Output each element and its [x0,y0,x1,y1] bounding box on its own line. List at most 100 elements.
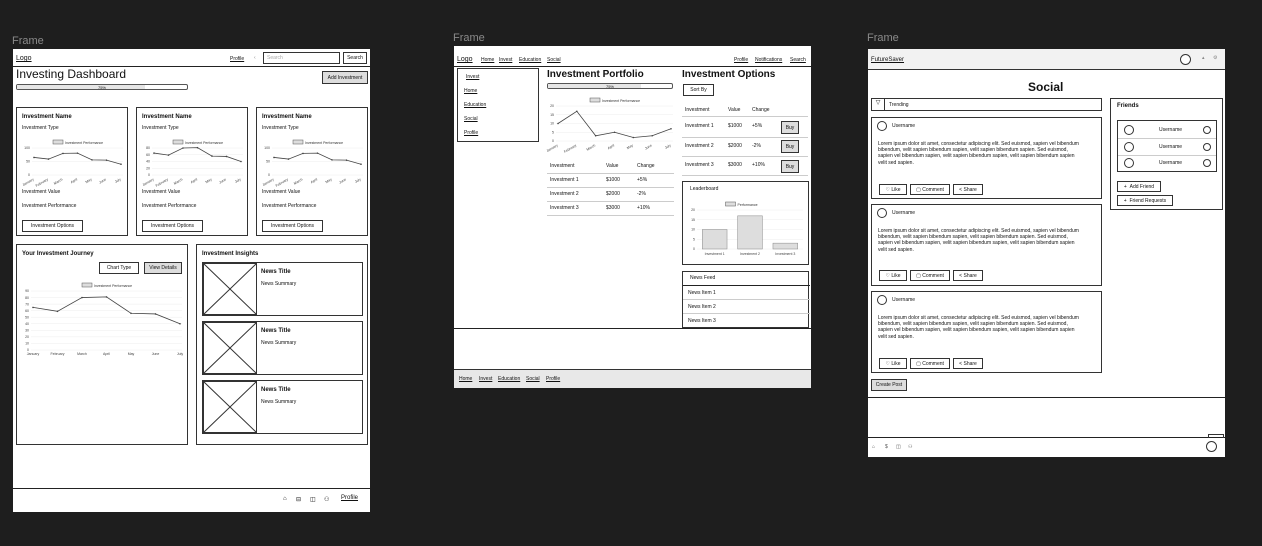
like-button[interactable]: ♡ Like [879,358,907,369]
users-icon[interactable]: ⚇ [908,444,912,450]
data-point [632,136,635,139]
footer-nav-social[interactable]: Social [526,376,540,382]
post-username[interactable]: Username [892,297,915,303]
nav-home[interactable]: Home [481,57,494,63]
logo[interactable]: Logo [457,56,473,63]
table-cell: $1000 [728,123,742,129]
nav-invest[interactable]: Invest [499,57,512,63]
side-menu-item[interactable]: Education [464,102,486,108]
avatar[interactable] [1124,125,1134,135]
share-button[interactable]: < Share [953,184,983,195]
leaderboard-chart: Performance 0 5 10 15 20 Investment 1 Investmen… [691,201,803,256]
avatar[interactable] [1206,441,1217,452]
post-username[interactable]: Username [892,123,915,129]
comment-button[interactable]: ▢ Comment [910,184,950,195]
table-cell: +10% [752,162,765,168]
create-post-button[interactable]: Create Post [871,379,907,391]
avatar[interactable] [877,295,887,305]
view-details-button[interactable]: View Details [144,262,182,274]
nav-social[interactable]: Social [547,57,561,63]
sort-by-button[interactable]: Sort By [683,84,714,96]
chart-type-button[interactable]: Chart Type [99,262,139,274]
chat-icon[interactable] [1203,159,1211,167]
table-cell: -2% [752,143,761,149]
side-menu-item[interactable]: Social [464,116,478,122]
home-icon[interactable]: ⌂ [283,496,287,502]
brand-logo[interactable]: FutureSaver [871,57,904,63]
avatar[interactable] [877,208,887,218]
side-menu-item[interactable]: Home [464,88,477,94]
investment-options-button[interactable]: Investment Options [142,220,203,232]
trending-filter[interactable]: ▽ Trending [871,98,1102,111]
investment-options-button[interactable]: Investment Options [262,220,323,232]
table-header: Change [637,163,655,169]
like-button[interactable]: ♡ Like [879,184,907,195]
buy-button[interactable]: Buy [781,121,799,134]
news-card[interactable]: News Title News Summary [202,262,363,316]
x-tick-label: February [155,177,169,188]
buy-button[interactable]: Buy [781,140,799,153]
logo[interactable]: Logo [16,55,32,62]
data-point [81,296,83,299]
data-point [167,154,170,156]
side-menu-item[interactable]: Profile [464,130,478,136]
footer-nav-education[interactable]: Education [498,376,520,382]
news-card[interactable]: News Title News Summary [202,380,363,434]
y-tick-label: 20 [146,166,150,170]
search-input[interactable]: Search [263,52,340,64]
nav-profile[interactable]: Profile [734,57,748,63]
bank-icon[interactable]: ⊟ [296,496,301,503]
nav-search[interactable]: Search [790,57,806,63]
users-icon[interactable]: ⚇ [324,496,329,503]
data-point [47,158,50,160]
book-icon[interactable]: ◫ [896,444,901,450]
comment-button[interactable]: ▢ Comment [910,358,950,369]
y-tick-label: 10 [25,342,29,346]
share-button[interactable]: < Share [953,358,983,369]
home-icon[interactable]: ⌂ [872,444,875,450]
friend-username[interactable]: Username [1159,144,1182,150]
friend-username[interactable]: Username [1159,160,1182,166]
x-tick-label: April [607,143,615,150]
filter-icon[interactable]: ▽ [872,99,885,110]
share-button[interactable]: < Share [953,270,983,281]
buy-button[interactable]: Buy [781,160,799,173]
nav-education[interactable]: Education [519,57,541,63]
footer-nav-home[interactable]: Home [459,376,472,382]
comment-button[interactable]: ▢ Comment [910,270,950,281]
bell-icon[interactable]: ▴ [1202,55,1205,61]
friend-requests-button[interactable]: + Friend Requests [1117,195,1173,206]
footer-nav-profile[interactable]: Profile [546,376,560,382]
news-card[interactable]: News Title News Summary [202,321,363,375]
portfolio-chart: Investment Performance 0 5 10 15 20 January Feb… [546,97,673,154]
side-menu-item[interactable]: Invest [466,74,479,80]
book-icon[interactable]: ◫ [310,496,316,503]
news-item[interactable]: News Item 1 [688,290,716,296]
chat-icon[interactable] [1203,126,1211,134]
avatar[interactable] [877,121,887,131]
scroll-handle[interactable] [1208,434,1224,438]
add-friend-button[interactable]: + Add Friend [1117,181,1161,192]
investment-journey-panel: Your Investment Journey Chart Type View … [16,244,188,445]
avatar[interactable] [1124,142,1134,152]
friend-username[interactable]: Username [1159,127,1182,133]
news-item[interactable]: News Item 3 [688,318,716,324]
investment-options-button[interactable]: Investment Options [22,220,83,232]
avatar[interactable] [1180,54,1191,65]
table-cell: Investment 3 [685,162,714,168]
news-item[interactable]: News Item 2 [688,304,716,310]
chat-icon[interactable] [1203,143,1211,151]
page-title: Investing Dashboard [16,67,127,81]
nav-notifications[interactable]: Notifications [755,57,782,63]
gear-icon[interactable]: ⚙ [1213,55,1217,61]
dollar-icon[interactable]: $ [885,444,888,450]
nav-profile-link[interactable]: Profile [230,56,244,62]
footer-nav-invest[interactable]: Invest [479,376,492,382]
post-username[interactable]: Username [892,210,915,216]
footer-profile-link[interactable]: Profile [341,495,358,501]
y-tick-label: 5 [552,130,554,134]
search-button[interactable]: Search [343,52,367,64]
avatar[interactable] [1124,158,1134,168]
add-investment-button[interactable]: Add Investment [322,71,368,84]
like-button[interactable]: ♡ Like [879,270,907,281]
